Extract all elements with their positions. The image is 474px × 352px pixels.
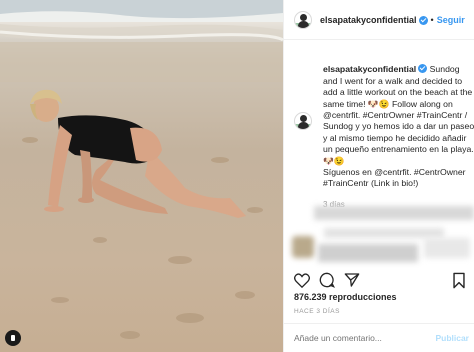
caption-username[interactable]: elsapatakyconfidential bbox=[323, 64, 416, 74]
separator-dot: • bbox=[430, 14, 434, 25]
post-caption: elsapatakyconfidential Sundog and I went… bbox=[294, 52, 474, 222]
view-count[interactable]: 876.239 reproducciones bbox=[294, 292, 397, 302]
post-date: HACE 3 DÍAS bbox=[294, 308, 340, 315]
caption-text: Sundog and I went for a walk and decided… bbox=[323, 64, 474, 189]
blurred-comments bbox=[284, 198, 474, 268]
bookmark-icon[interactable] bbox=[450, 272, 467, 289]
verified-badge-icon bbox=[418, 64, 428, 74]
post-media-video[interactable] bbox=[0, 0, 283, 352]
action-bar bbox=[284, 268, 474, 292]
heart-icon[interactable] bbox=[293, 272, 310, 289]
follow-button[interactable]: Seguir bbox=[437, 15, 465, 25]
share-icon[interactable] bbox=[343, 272, 360, 289]
caption-avatar[interactable] bbox=[294, 112, 312, 130]
header-username[interactable]: elsapatakyconfidential bbox=[320, 15, 417, 25]
beach-scene bbox=[0, 0, 283, 339]
post-header: elsapatakyconfidential • Seguir bbox=[284, 0, 474, 40]
comment-bubble-icon[interactable] bbox=[318, 272, 335, 289]
person-figure bbox=[30, 89, 246, 218]
comment-bar: Publicar bbox=[284, 323, 474, 352]
verified-badge-icon bbox=[418, 16, 428, 25]
comment-input[interactable] bbox=[294, 333, 444, 343]
video-indicator-icon bbox=[5, 330, 21, 346]
avatar[interactable] bbox=[294, 10, 312, 29]
post-details-panel: elsapatakyconfidential • Seguir elsapata… bbox=[283, 0, 474, 352]
publish-button[interactable]: Publicar bbox=[435, 333, 469, 343]
